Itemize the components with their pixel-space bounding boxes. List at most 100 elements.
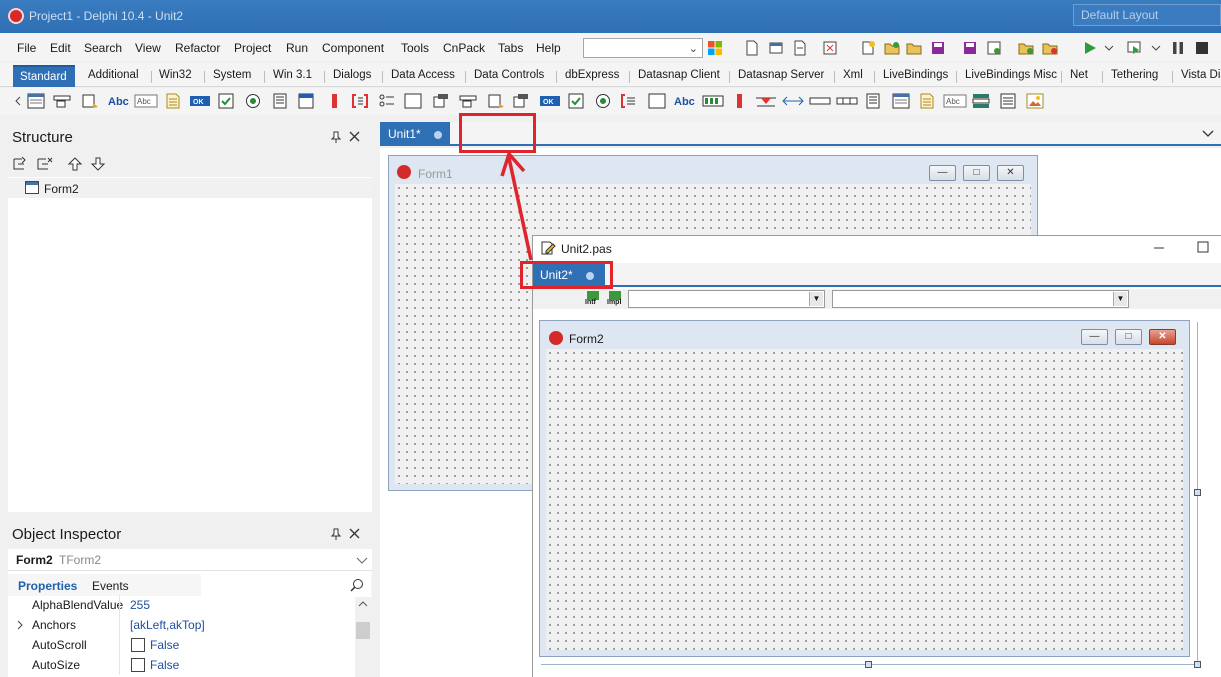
edit-icon[interactable]: Abc bbox=[134, 93, 158, 109]
run-without-debug-icon[interactable] bbox=[1126, 40, 1142, 56]
frames-icon[interactable] bbox=[27, 93, 45, 109]
property-row[interactable]: AutoSize False bbox=[8, 655, 354, 675]
dbradio-icon[interactable] bbox=[594, 93, 612, 109]
dbcheckbox-icon[interactable] bbox=[567, 93, 585, 109]
tab-unit1[interactable]: Unit1* bbox=[380, 122, 450, 146]
bitbtn-icon[interactable]: OK bbox=[539, 93, 561, 109]
shape-icon[interactable] bbox=[648, 93, 666, 109]
class-selector-combo[interactable]: ▼ bbox=[628, 290, 825, 308]
run-icon[interactable] bbox=[1082, 40, 1098, 56]
palette-tab-livebindings[interactable]: LiveBindings bbox=[883, 69, 948, 81]
radiogroup-icon[interactable] bbox=[378, 93, 396, 109]
palette-tab-datasnap-client[interactable]: Datasnap Client bbox=[638, 69, 720, 81]
toolbar-combo[interactable]: ⌄ bbox=[583, 38, 703, 58]
object-selector[interactable]: Form2 TForm2 bbox=[8, 549, 372, 571]
form-component-icon[interactable] bbox=[892, 93, 910, 109]
tab-events[interactable]: Events bbox=[92, 579, 129, 593]
chevron-down-icon[interactable] bbox=[356, 555, 368, 565]
remove-from-project-icon[interactable] bbox=[1042, 40, 1058, 56]
property-row[interactable]: AutoScroll False bbox=[8, 635, 354, 655]
combobox-icon[interactable] bbox=[297, 93, 315, 109]
palette-tab-win31[interactable]: Win 3.1 bbox=[273, 69, 312, 81]
new-window-icon[interactable] bbox=[768, 40, 784, 56]
tab-properties[interactable]: Properties bbox=[18, 579, 77, 593]
windows-logo-icon[interactable] bbox=[707, 40, 723, 56]
category-panel-icon[interactable] bbox=[972, 93, 990, 109]
labeled-edit-icon[interactable]: Abc bbox=[943, 93, 967, 109]
image-icon[interactable] bbox=[1026, 93, 1044, 109]
scrollbar-icon[interactable] bbox=[325, 93, 343, 109]
new-item-icon[interactable] bbox=[860, 40, 876, 56]
close-button[interactable]: ✕ bbox=[1149, 329, 1176, 345]
listbox-icon[interactable] bbox=[271, 93, 289, 109]
splitter-icon[interactable] bbox=[755, 93, 777, 109]
toolbar-component-icon[interactable] bbox=[459, 93, 477, 109]
scrollbox-icon[interactable] bbox=[809, 93, 831, 109]
save-project-icon[interactable] bbox=[986, 40, 1002, 56]
open-recent-icon[interactable] bbox=[906, 40, 922, 56]
property-checkbox[interactable] bbox=[131, 658, 145, 672]
close-icon[interactable] bbox=[349, 528, 360, 539]
pause-icon[interactable] bbox=[1170, 40, 1186, 56]
palette-tab-system[interactable]: System bbox=[213, 69, 251, 81]
label-icon[interactable]: Abc bbox=[108, 93, 130, 109]
actionlist-icon[interactable] bbox=[432, 93, 450, 109]
menu-run[interactable]: Run bbox=[286, 41, 308, 55]
layout-selector[interactable]: Default Layout bbox=[1073, 4, 1221, 26]
button-icon[interactable]: OK bbox=[189, 93, 211, 109]
horizontal-split-icon[interactable] bbox=[782, 93, 804, 109]
panel-icon[interactable] bbox=[404, 93, 422, 109]
gauge-icon[interactable] bbox=[702, 93, 724, 109]
scroll-thumb[interactable] bbox=[356, 622, 370, 639]
menu-tools[interactable]: Tools bbox=[401, 41, 429, 55]
popup-component-icon[interactable] bbox=[487, 93, 505, 109]
memo-icon[interactable] bbox=[164, 93, 182, 109]
trackbar-icon[interactable] bbox=[730, 93, 748, 109]
menu-component[interactable]: Component bbox=[322, 41, 384, 55]
close-button[interactable]: ✕ bbox=[997, 165, 1024, 181]
palette-tab-win32[interactable]: Win32 bbox=[159, 69, 192, 81]
maximize-icon[interactable] bbox=[1197, 241, 1209, 253]
menu-search[interactable]: Search bbox=[84, 41, 122, 55]
palette-tab-xml[interactable]: Xml bbox=[843, 69, 863, 81]
new-file-icon[interactable] bbox=[744, 40, 760, 56]
pin-icon[interactable] bbox=[331, 528, 341, 540]
property-value[interactable]: [akLeft,akTop] bbox=[130, 618, 205, 632]
expand-chevron-icon[interactable] bbox=[16, 620, 24, 630]
menu-edit[interactable]: Edit bbox=[50, 41, 71, 55]
stop-icon[interactable] bbox=[1194, 40, 1210, 56]
menu-project[interactable]: Project bbox=[234, 41, 271, 55]
maximize-button[interactable]: □ bbox=[1115, 329, 1142, 345]
palette-tab-vista-dialogs[interactable]: Vista Dia bbox=[1181, 69, 1221, 81]
open-project-icon[interactable] bbox=[822, 40, 838, 56]
close-icon[interactable] bbox=[349, 131, 360, 142]
collapse-all-icon[interactable] bbox=[36, 156, 54, 172]
bracket-group-icon[interactable] bbox=[620, 93, 638, 109]
palette-tab-datasnap-server[interactable]: Datasnap Server bbox=[738, 69, 824, 81]
pin-icon[interactable] bbox=[331, 131, 341, 143]
property-scrollbar[interactable] bbox=[355, 597, 372, 677]
palette-tab-dbexpress[interactable]: dbExpress bbox=[565, 69, 619, 81]
property-checkbox[interactable] bbox=[131, 638, 145, 652]
actionmanager-icon[interactable] bbox=[512, 93, 530, 109]
add-to-project-icon[interactable] bbox=[1018, 40, 1034, 56]
popup-menu-icon[interactable] bbox=[81, 93, 99, 109]
property-search-input[interactable] bbox=[201, 574, 371, 596]
minimize-button[interactable]: — bbox=[1081, 329, 1108, 345]
search-icon[interactable] bbox=[350, 578, 364, 592]
static-text-icon[interactable]: Abc bbox=[674, 93, 696, 109]
palette-tab-dialogs[interactable]: Dialogs bbox=[333, 69, 371, 81]
tree-item-form2[interactable]: Form2 bbox=[8, 178, 372, 198]
debug-dropdown-chevron-icon[interactable] bbox=[1150, 42, 1162, 54]
minimize-icon[interactable] bbox=[1153, 242, 1165, 254]
rich-memo-icon[interactable] bbox=[918, 93, 936, 109]
menu-file[interactable]: File bbox=[17, 41, 36, 55]
property-row[interactable]: AlphaBlendValue 255 bbox=[8, 595, 354, 615]
list-view-icon[interactable] bbox=[864, 93, 882, 109]
resize-handle[interactable] bbox=[1194, 661, 1201, 668]
intf-icon[interactable]: Intf bbox=[585, 291, 601, 309]
palette-tab-tethering[interactable]: Tethering bbox=[1111, 69, 1158, 81]
open-folder-icon[interactable] bbox=[884, 40, 900, 56]
scroll-up-icon[interactable] bbox=[358, 600, 368, 608]
palette-tab-data-controls[interactable]: Data Controls bbox=[474, 69, 544, 81]
